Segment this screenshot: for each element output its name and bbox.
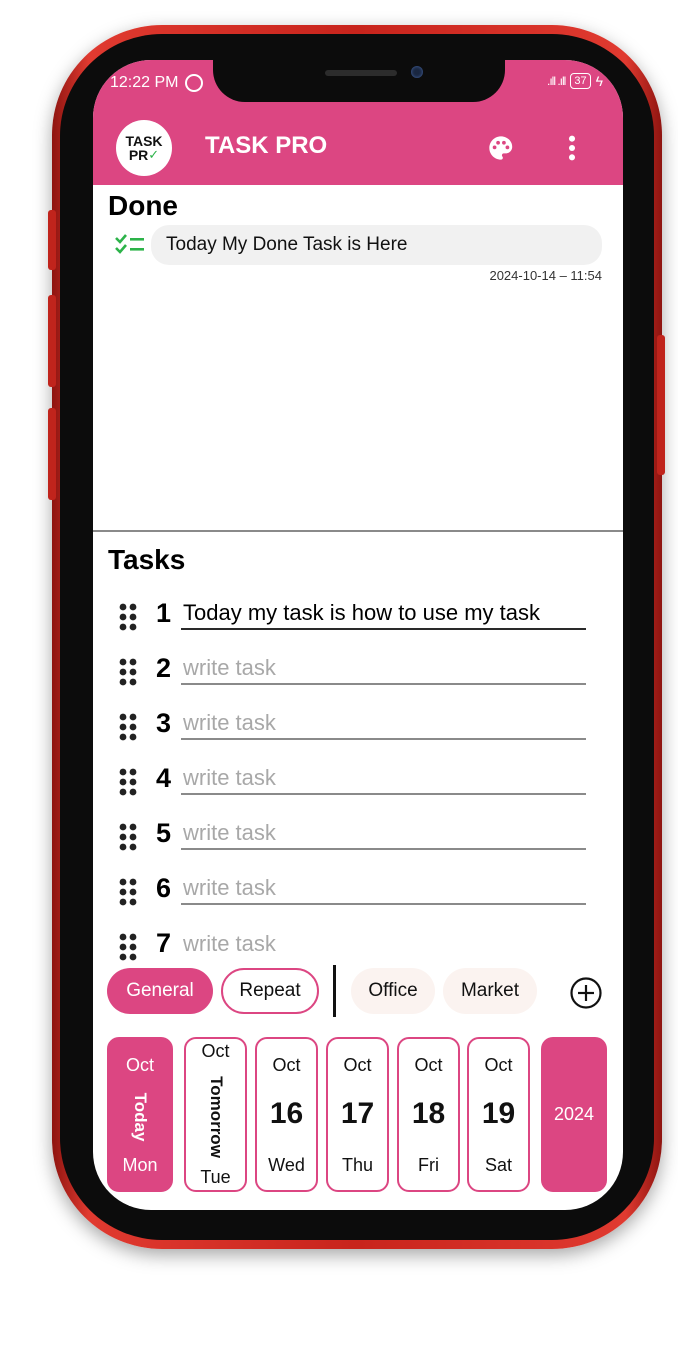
signal-icon: .ıll .ıll (546, 74, 566, 88)
drag-handle-icon[interactable] (118, 932, 138, 962)
year-selector[interactable]: 2024 (541, 1037, 607, 1192)
task-input[interactable] (181, 708, 586, 740)
date-day: 19 (481, 1097, 516, 1130)
task-row: 7 (118, 928, 588, 964)
logo-text-bottom-label: PR (128, 147, 149, 163)
date-month: Oct (484, 1055, 513, 1075)
date-weekday: Thu (341, 1155, 374, 1175)
checklist-icon (115, 234, 144, 254)
date-card[interactable]: Oct 18 Fri (397, 1037, 460, 1192)
task-row: 1 (118, 598, 588, 644)
category-separator (333, 965, 336, 1017)
task-input[interactable] (181, 873, 586, 905)
done-task-text: Today My Done Task is Here (166, 234, 408, 255)
phone-volume-down (48, 408, 56, 500)
category-general-chip[interactable]: General (107, 968, 213, 1014)
date-card-today[interactable]: Oct Today Mon (107, 1037, 173, 1192)
category-market-chip[interactable]: Market (443, 968, 537, 1014)
task-row: 2 (118, 653, 588, 699)
date-day: 16 (269, 1097, 304, 1130)
date-month: Oct (125, 1055, 154, 1075)
date-month: Oct (201, 1041, 230, 1061)
front-camera (411, 66, 423, 78)
logo-check-icon: ✓ (148, 147, 160, 162)
drag-handle-icon[interactable] (118, 877, 138, 907)
phone-mute-switch (48, 210, 56, 270)
date-card[interactable]: Oct 16 Wed (255, 1037, 318, 1192)
task-input[interactable] (181, 928, 586, 960)
palette-icon[interactable] (487, 134, 515, 162)
logo-text-top: TASK (125, 133, 163, 149)
date-weekday: Wed (268, 1155, 305, 1175)
app-title: TASK PRO (205, 132, 328, 159)
date-month: Oct (272, 1055, 301, 1075)
task-number: 1 (156, 598, 172, 628)
date-month: Oct (343, 1055, 372, 1075)
phone-volume-up (48, 295, 56, 387)
category-repeat-chip[interactable]: Repeat (221, 968, 319, 1014)
task-input[interactable] (181, 598, 586, 630)
task-row: 3 (118, 708, 588, 754)
task-pro-logo-icon[interactable]: TASK PR ✓ (116, 120, 172, 176)
date-relative-label: Today (131, 1092, 150, 1142)
add-circle-icon[interactable] (569, 976, 603, 1010)
drag-handle-icon[interactable] (118, 712, 138, 742)
notch (213, 60, 505, 102)
date-weekday: Tue (200, 1167, 231, 1187)
tasks-section-title: Tasks (108, 544, 186, 575)
phone-power-button (657, 335, 665, 475)
date-card-tomorrow[interactable]: Oct Tomorrow Tue (184, 1037, 247, 1192)
date-relative-label: Tomorrow (206, 1076, 226, 1158)
date-month: Oct (414, 1055, 443, 1075)
date-weekday: Mon (122, 1155, 158, 1175)
task-number: 5 (156, 818, 172, 848)
done-task-item[interactable]: Today My Done Task is Here (151, 225, 602, 265)
whatsapp-icon (185, 74, 203, 92)
date-card[interactable]: Oct 17 Thu (326, 1037, 389, 1192)
task-row: 6 (118, 873, 588, 919)
phone-screen: 12:22 PM .ıll .ıll 37 ϟ TASK PR ✓ TASK PR… (93, 60, 623, 1210)
status-indicators: .ıll .ıll 37 ϟ (547, 73, 603, 89)
done-task-timestamp: 2024-10-14 – 11:54 (489, 268, 602, 283)
task-number: 7 (156, 928, 172, 958)
date-day: 18 (411, 1097, 446, 1130)
section-divider (93, 530, 623, 532)
task-input[interactable] (181, 818, 586, 850)
earpiece-speaker (325, 70, 397, 76)
drag-handle-icon[interactable] (118, 657, 138, 687)
status-time: 12:22 PM (110, 74, 179, 91)
task-row: 4 (118, 763, 588, 809)
task-input[interactable] (181, 763, 586, 795)
drag-handle-icon[interactable] (118, 767, 138, 797)
task-number: 6 (156, 873, 172, 903)
task-input[interactable] (181, 653, 586, 685)
date-card[interactable]: Oct 19 Sat (467, 1037, 530, 1192)
task-number: 2 (156, 653, 172, 683)
date-weekday: Sat (484, 1155, 513, 1175)
date-day: 17 (340, 1097, 375, 1130)
task-row: 5 (118, 818, 588, 864)
done-section-title: Done (108, 190, 178, 221)
more-vert-icon[interactable] (565, 134, 579, 162)
task-number: 4 (156, 763, 172, 793)
logo-text-bottom: PR ✓ (128, 147, 160, 163)
battery-icon: 37 (570, 73, 591, 89)
drag-handle-icon[interactable] (118, 602, 138, 632)
charging-icon: ϟ (595, 73, 603, 89)
task-number: 3 (156, 708, 172, 738)
date-weekday: Fri (418, 1155, 439, 1175)
category-office-chip[interactable]: Office (351, 968, 435, 1014)
drag-handle-icon[interactable] (118, 822, 138, 852)
